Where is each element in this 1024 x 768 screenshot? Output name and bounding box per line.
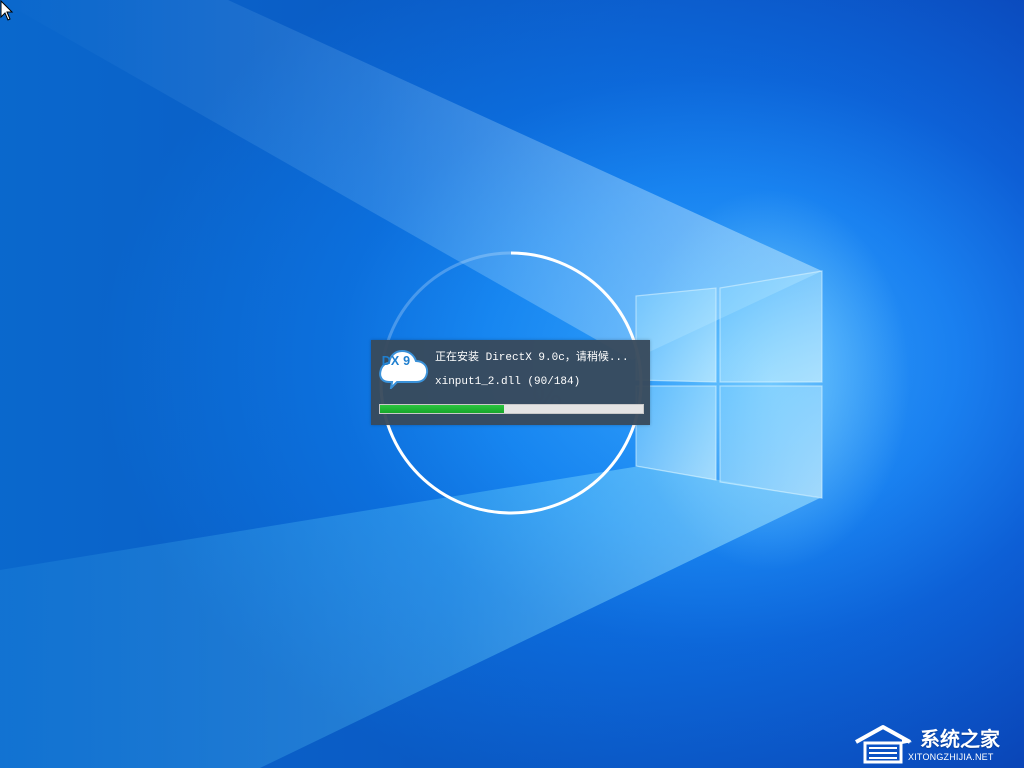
install-progress-fill	[380, 405, 504, 413]
desktop: % DX 9 正在安装 DirectX 9.0c，请稍候... xinput1_…	[0, 0, 1024, 768]
xitongzhijia-watermark: 系统之家 XITONGZHIJIA.NET	[850, 722, 1022, 766]
install-status-text: 正在安装 DirectX 9.0c，请稍候...	[435, 352, 629, 364]
house-logo-icon	[855, 725, 912, 764]
install-progress-bar	[379, 404, 644, 414]
mouse-pointer-icon	[0, 0, 14, 21]
watermark-brand-text: 系统之家	[920, 727, 1000, 751]
current-file-text: xinput1_2.dll (90/184)	[435, 376, 581, 388]
directx-installer-dialog: DX 9 正在安装 DirectX 9.0c，请稍候... xinput1_2.…	[371, 340, 650, 425]
watermark-domain-text: XITONGZHIJIA.NET	[908, 752, 994, 762]
directx-logo-text: DX 9	[381, 354, 411, 368]
